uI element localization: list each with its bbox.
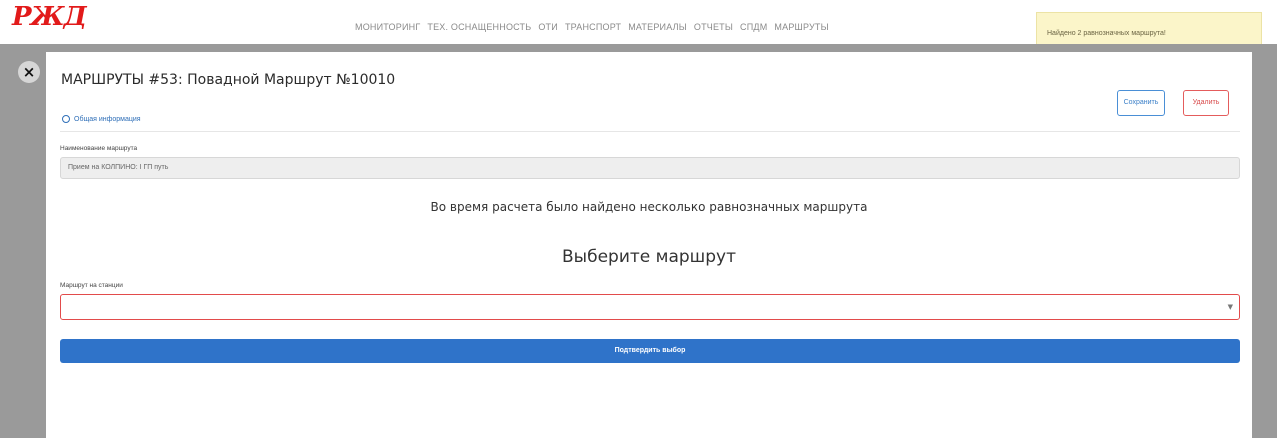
- rzd-logo[interactable]: РЖД: [12, 2, 87, 32]
- nav-item-tech[interactable]: ТЕХ. ОСНАЩЕННОСТЬ: [427, 22, 531, 32]
- nav-item-transport[interactable]: ТРАНСПОРТ: [565, 22, 621, 32]
- nav-item-monitoring[interactable]: МОНИТОРИНГ: [355, 22, 420, 32]
- tab-general-info-label: Общая информация: [74, 115, 141, 123]
- nav-item-spdm[interactable]: СПДМ: [740, 22, 767, 32]
- nav-item-routes[interactable]: МАРШРУТЫ: [774, 22, 828, 32]
- calculation-message: Во время расчета было найдено несколько …: [430, 200, 868, 214]
- nav-item-reports[interactable]: ОТЧЕТЫ: [694, 22, 733, 32]
- info-circle-icon: [62, 115, 70, 123]
- tab-general-info[interactable]: Общая информация: [62, 115, 141, 123]
- nav-item-oti[interactable]: ОТИ: [538, 22, 558, 32]
- top-navbar: РЖД МОНИТОРИНГ ТЕХ. ОСНАЩЕННОСТЬ ОТИ ТРА…: [0, 0, 1277, 48]
- nav-item-materials[interactable]: МАТЕРИАЛЫ: [628, 22, 687, 32]
- divider: [60, 131, 1240, 132]
- modal-title: МАРШРУТЫ #53: Повадной Маршрут №10010: [61, 72, 396, 88]
- chevron-down-icon: ▼: [1227, 303, 1233, 311]
- route-modal: МАРШРУТЫ #53: Повадной Маршрут №10010 Со…: [46, 52, 1252, 438]
- notification-toast[interactable]: Найдено 2 равнозначных маршрута!: [1036, 12, 1262, 48]
- confirm-choice-button[interactable]: Подтвердить выбор: [60, 339, 1240, 363]
- save-button[interactable]: Сохранить: [1117, 90, 1165, 116]
- close-icon[interactable]: ×: [18, 61, 40, 83]
- station-route-label: Маршрут на станции: [60, 282, 123, 289]
- main-nav: МОНИТОРИНГ ТЕХ. ОСНАЩЕННОСТЬ ОТИ ТРАНСПО…: [355, 22, 829, 32]
- route-name-label: Наименование маршрута: [60, 145, 138, 152]
- route-name-field: Прием на КОЛПИНО: I ГП путь: [60, 157, 1240, 179]
- station-route-select[interactable]: ▼: [60, 294, 1240, 320]
- delete-button[interactable]: Удалить: [1183, 90, 1229, 116]
- choose-route-heading: Выберите маршрут: [562, 247, 736, 267]
